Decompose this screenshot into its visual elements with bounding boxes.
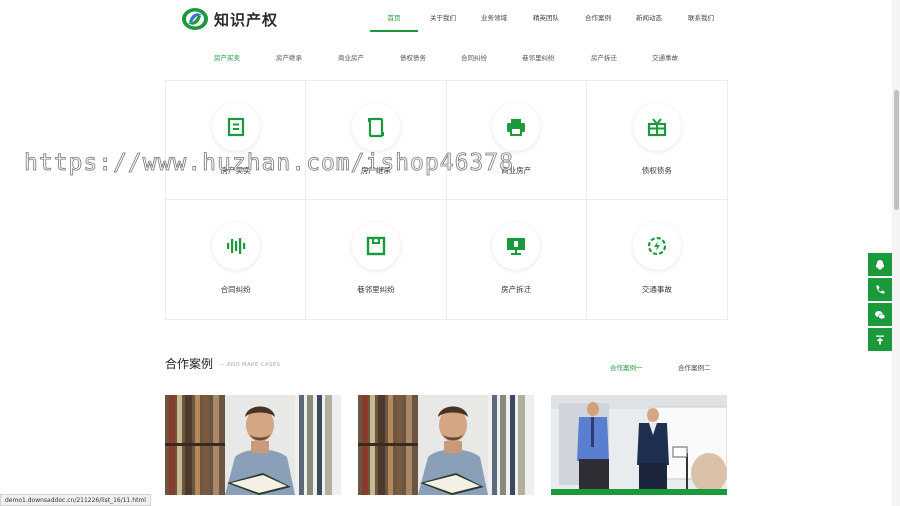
floating-contact-bar [868,253,892,353]
logo-icon [182,8,208,30]
service-grid: 房产买卖 房产继承 商业房产 债权债务 合同纠纷 巷邻里纠纷 房产拆迁 交通事故 [165,80,728,320]
nav-item-business[interactable]: 业务领域 [468,0,520,36]
subnav-item-house-inherit[interactable]: 房产继承 [276,52,302,62]
subnav-item-commercial[interactable]: 商业房产 [338,52,364,62]
service-icon-circle [351,103,400,151]
page-scrollbar[interactable] [892,0,900,506]
document-icon [227,117,244,137]
phone-button[interactable] [868,278,892,301]
status-bar-url: demo1.downsaddoc.cn/211226/list_16/11.ht… [0,494,151,506]
nav-item-label: 首页 [387,14,401,22]
back-to-top-icon [876,335,884,344]
service-icon-circle [492,222,541,270]
service-icon-circle [211,222,260,270]
student-reading-image [358,395,534,495]
wechat-button[interactable] [868,303,892,326]
service-label: 债权债务 [641,166,672,175]
subnav-item-neighbor[interactable]: 巷邻里纠纷 [522,52,555,62]
scrollbar-thumb[interactable] [894,90,899,210]
case-image-3[interactable] [551,395,727,495]
case-image-1[interactable] [165,395,341,495]
box-icon [366,236,386,256]
nav-item-label: 新闻动态 [636,14,662,22]
service-card-debt[interactable]: 债权债务 [586,81,727,200]
service-card-house-sale[interactable]: 房产买卖 [166,81,307,200]
service-label: 房产继承 [360,166,391,175]
service-icon-circle [211,103,260,151]
nav-item-news[interactable]: 新闻动态 [624,0,674,36]
nav-item-home[interactable]: 首页 [370,0,418,36]
monitor-icon [507,238,526,255]
case-image-2[interactable] [358,395,534,495]
service-icon-circle [492,103,541,151]
back-to-top-button[interactable] [868,328,892,351]
cases-subtitle-text: AND MAKE CASES [226,362,281,368]
service-card-demolition[interactable]: 房产拆迁 [447,200,587,319]
service-label: 合同纠纷 [220,285,251,294]
nav-item-team[interactable]: 精英团队 [520,0,572,36]
gift-icon [647,118,666,137]
main-nav: 首页 关于我们 业务领域 精英团队 合作案例 新闻动态 联系我们 [370,0,728,36]
business-presentation-image [551,395,727,495]
refresh-icon [647,236,666,256]
qq-button[interactable] [868,253,892,276]
wechat-icon [875,310,886,319]
nav-item-label: 联系我们 [688,14,714,22]
case-tab-one[interactable]: 合作案例一 [610,362,643,372]
service-icon-circle [351,222,400,270]
service-card-traffic[interactable]: 交通事故 [587,200,727,319]
service-icon-circle [632,103,681,151]
subnav-item-house-sale[interactable]: 房产买卖 [214,52,240,62]
service-label: 房产买卖 [220,166,251,175]
nav-item-contact[interactable]: 联系我们 [674,0,728,36]
sub-nav: 房产买卖 房产继承 商业房产 债权债务 合同纠纷 巷邻里纠纷 房产拆迁 交通事故 [0,52,900,64]
nav-item-label: 精英团队 [533,14,559,22]
nav-item-label: 业务领域 [481,14,507,22]
service-label: 房产拆迁 [501,285,532,294]
service-card-contract[interactable]: 合同纠纷 [166,200,307,319]
service-label: 巷邻里纠纷 [357,285,395,294]
printer-icon [507,119,526,136]
subnav-item-traffic[interactable]: 交通事故 [652,52,678,62]
qq-icon [875,259,885,269]
cases-section-subtitle: — AND MAKE CASES [219,362,281,368]
soundwave-icon [226,238,245,254]
logo-text: 知识产权 [214,10,279,29]
service-label: 商业房产 [501,166,532,175]
nav-item-label: 合作案例 [585,14,611,22]
service-icon-circle [632,222,681,270]
service-label: 交通事故 [641,285,672,294]
case-tab-two[interactable]: 合作案例二 [678,362,711,372]
subnav-item-debt[interactable]: 债权债务 [400,52,426,62]
service-card-commercial[interactable]: 商业房产 [446,81,587,200]
nav-item-cases[interactable]: 合作案例 [572,0,624,36]
phone-icon [367,117,384,138]
service-card-neighbor[interactable]: 巷邻里纠纷 [306,200,447,319]
page: 知识产权 首页 关于我们 业务领域 精英团队 合作案例 新闻动态 联系我们 房产… [0,0,900,506]
service-card-house-inherit[interactable]: 房产继承 [306,81,447,200]
cases-section-title: 合作案例 [165,357,214,371]
subnav-item-demolition[interactable]: 房产拆迁 [591,52,617,62]
nav-item-label: 关于我们 [430,14,456,22]
site-logo[interactable]: 知识产权 [180,6,278,32]
student-reading-image [165,395,341,495]
nav-item-about[interactable]: 关于我们 [418,0,468,36]
phone-icon [876,285,885,294]
subnav-item-contract[interactable]: 合同纠纷 [461,52,487,62]
